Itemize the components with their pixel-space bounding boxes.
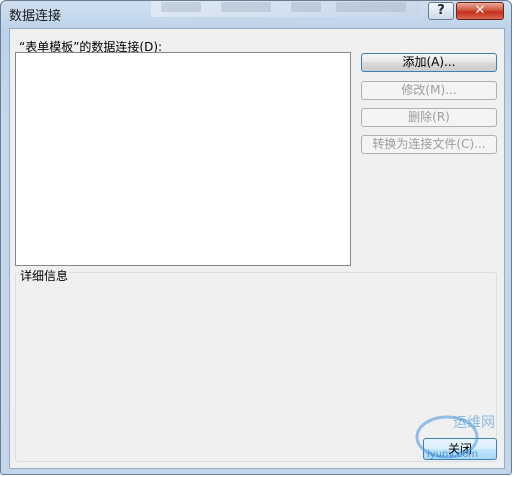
delete-button[interactable]: 删除(R) <box>361 108 497 127</box>
help-button[interactable]: ? <box>428 2 454 20</box>
dialog-body: “表单模板”的数据连接(D): 添加(A)... 修改(M)... 删除(R) … <box>9 28 505 469</box>
details-group <box>15 272 497 462</box>
close-button[interactable]: 关闭 <box>423 438 497 460</box>
dialog-title: 数据连接 <box>9 9 62 24</box>
background-app-strip <box>151 1 421 17</box>
add-button[interactable]: 添加(A)... <box>361 53 497 72</box>
dialog-window: 数据连接 ? ✕ “表单模板”的数据连接(D): 添加(A)... 修改(M).… <box>0 0 512 475</box>
modify-button[interactable]: 修改(M)... <box>361 81 497 100</box>
close-window-button[interactable]: ✕ <box>456 2 504 20</box>
connections-listbox[interactable] <box>15 52 351 266</box>
details-group-title: 详细信息 <box>19 267 70 284</box>
convert-to-connection-file-button[interactable]: 转换为连接文件(C)... <box>361 135 497 154</box>
